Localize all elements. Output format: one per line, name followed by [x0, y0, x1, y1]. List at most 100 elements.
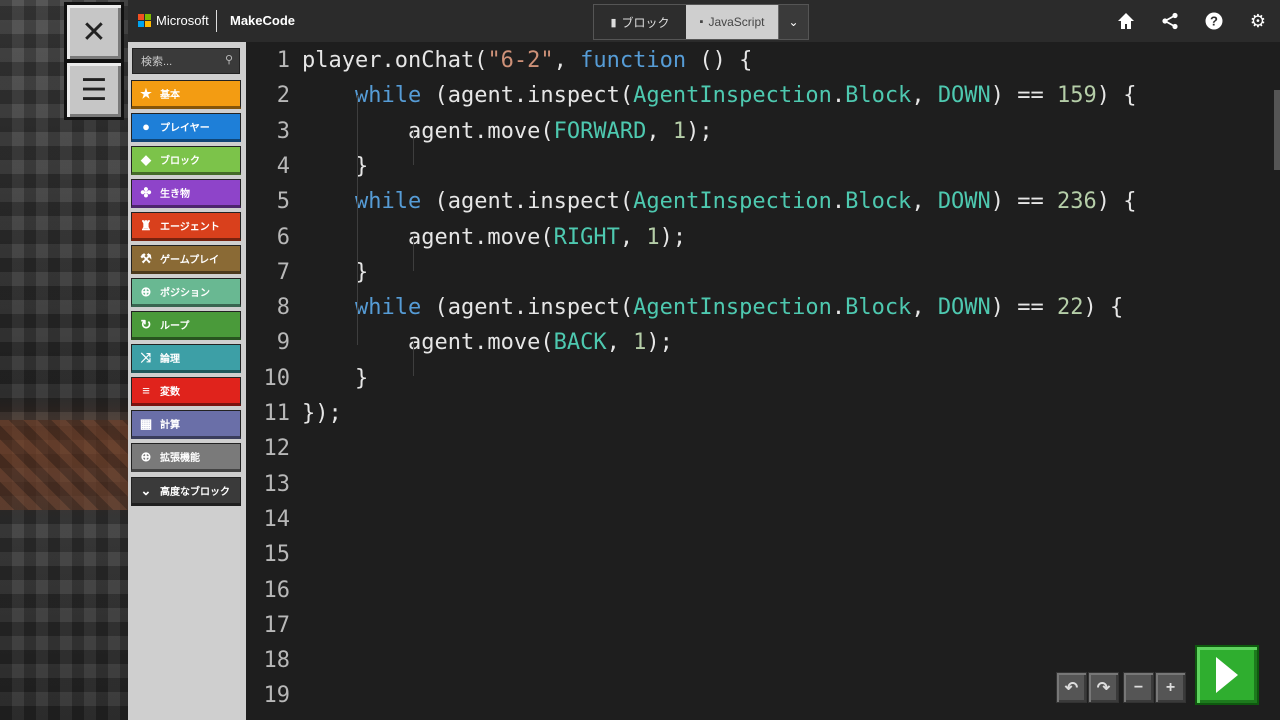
category-plus-circle[interactable]: ⊕ 拡張機能: [131, 443, 241, 472]
blocks-tab-label: ブロック: [621, 15, 670, 30]
code-token: ) {: [1096, 83, 1137, 109]
code-text: while (agent.inspect(AgentInspection.Blo…: [302, 290, 1123, 325]
agent-icon: ♜: [140, 217, 152, 233]
category-label: 基本: [160, 90, 180, 101]
category-list[interactable]: ≡ 変数: [131, 377, 241, 406]
category-label: 計算: [160, 420, 180, 431]
code-text: }: [302, 361, 368, 396]
code-token: DOWN: [937, 83, 991, 109]
js-icon: ▪: [699, 16, 704, 28]
brand-makecode[interactable]: MakeCode: [230, 13, 295, 28]
category-chevron-down[interactable]: ⌄ 高度なブロック: [131, 477, 241, 506]
line-number: 18: [263, 648, 291, 674]
close-icon: ✕: [81, 15, 107, 49]
run-button[interactable]: [1195, 645, 1259, 705]
redo-button[interactable]: ↷: [1088, 672, 1119, 703]
wrench-icon: ⚒: [140, 250, 152, 266]
code-line: 3 agent.move(FORWARD, 1);: [246, 114, 1280, 149]
zoom-in-button[interactable]: +: [1155, 672, 1186, 703]
person-icon: ●: [142, 119, 150, 134]
category-cube[interactable]: ◆ ブロック: [131, 146, 241, 175]
home-button[interactable]: [1104, 0, 1148, 42]
code-text: agent.move(RIGHT, 1);: [302, 220, 686, 255]
category-person[interactable]: ● プレイヤー: [131, 113, 241, 142]
hamburger-icon: ☰: [80, 73, 108, 107]
category-label: 生き物: [160, 189, 190, 200]
indent-guide: [413, 236, 414, 271]
code-line: 1 player.onChat("6-2", function () {: [246, 43, 1280, 78]
editor-scrollbar[interactable]: [1274, 90, 1280, 170]
close-code-builder-button[interactable]: ✕: [64, 2, 124, 62]
code-token: RIGHT: [553, 224, 620, 250]
code-line: 5 while (agent.inspect(AgentInspection.B…: [246, 184, 1280, 219]
code-text: player.onChat("6-2", function () {: [302, 43, 752, 78]
chevron-down-icon: ⌄: [788, 15, 799, 29]
star-icon: ★: [140, 85, 152, 101]
code-token: );: [686, 118, 713, 144]
code-token: (agent.inspect(: [421, 189, 634, 215]
code-line: 17: [246, 608, 1280, 643]
code-token: while: [354, 189, 422, 215]
code-token: ,: [619, 224, 647, 250]
code-line: 9 agent.move(BACK, 1);: [246, 325, 1280, 360]
shuffle-icon: ⤨: [140, 349, 152, 365]
code-token: 1: [646, 224, 660, 250]
code-token: agent.move(: [302, 118, 554, 144]
code-token: (agent.inspect(: [421, 295, 634, 321]
code-token: ) ==: [990, 189, 1058, 215]
settings-button[interactable]: ⚙: [1236, 0, 1280, 42]
help-button[interactable]: ?: [1192, 0, 1236, 42]
toolbox-search-input[interactable]: [133, 49, 229, 75]
share-button[interactable]: [1148, 0, 1192, 42]
code-token: );: [646, 330, 673, 356]
language-dropdown-button[interactable]: ⌄: [778, 5, 808, 39]
javascript-tab[interactable]: ▪ JavaScript: [686, 5, 778, 39]
category-paw[interactable]: ✤ 生き物: [131, 179, 241, 208]
code-token: ,: [606, 330, 634, 356]
code-token: Block: [845, 189, 912, 215]
target-icon: ⊕: [140, 283, 152, 299]
code-token: 1: [633, 330, 647, 356]
code-token: FORWARD: [553, 118, 647, 144]
code-token: AgentInspection: [633, 83, 832, 109]
line-number: 11: [263, 401, 291, 426]
code-line: 11});: [246, 396, 1280, 431]
zoom-out-button[interactable]: −: [1123, 672, 1154, 703]
redo-icon: ↷: [1096, 679, 1111, 697]
puzzle-icon: ▮: [610, 16, 617, 29]
category-wrench[interactable]: ⚒ ゲームプレイ: [131, 245, 241, 274]
run-icon: [1216, 657, 1238, 693]
menu-button[interactable]: ☰: [64, 60, 124, 120]
line-number: 12: [263, 436, 291, 462]
category-target[interactable]: ⊕ ポジション: [131, 278, 241, 307]
code-token: 1: [672, 118, 687, 144]
code-line: 7 }: [246, 255, 1280, 290]
category-star[interactable]: ★ 基本: [131, 80, 241, 109]
code-token: ,: [553, 48, 581, 73]
toolbox-search: ⚲: [132, 48, 240, 75]
code-token: while: [354, 295, 422, 321]
code-editor[interactable]: 1 player.onChat("6-2", function () {2 whi…: [246, 42, 1280, 720]
code-token: ) ==: [990, 295, 1058, 321]
code-token: 159: [1057, 83, 1097, 109]
category-calculator[interactable]: ▦ 計算: [131, 410, 241, 439]
code-token: ) {: [1096, 189, 1137, 215]
settings-icon: ⚙: [1249, 10, 1267, 31]
blocks-tab[interactable]: ▮ ブロック: [594, 5, 686, 39]
category-loop[interactable]: ↻ ループ: [131, 311, 241, 340]
undo-button[interactable]: ↶: [1056, 672, 1087, 703]
code-token: }: [302, 259, 369, 285]
code-line: 16: [246, 573, 1280, 608]
code-token: "6-2": [487, 48, 554, 73]
top-bar: Microsoft MakeCode ▮ ブロック ▪ JavaScript ⌄: [128, 0, 1280, 43]
code-text: }: [302, 149, 368, 184]
zoom-out-icon: −: [1133, 678, 1144, 696]
undo-icon: ↶: [1064, 679, 1079, 697]
category-label: エージェント: [160, 222, 220, 233]
home-icon: [1118, 13, 1134, 29]
indent-guide: [413, 130, 414, 165]
line-number: 5: [276, 189, 290, 215]
category-agent[interactable]: ♜ エージェント: [131, 212, 241, 241]
category-shuffle[interactable]: ⤨ 論理: [131, 344, 241, 373]
code-token: ,: [911, 295, 938, 321]
